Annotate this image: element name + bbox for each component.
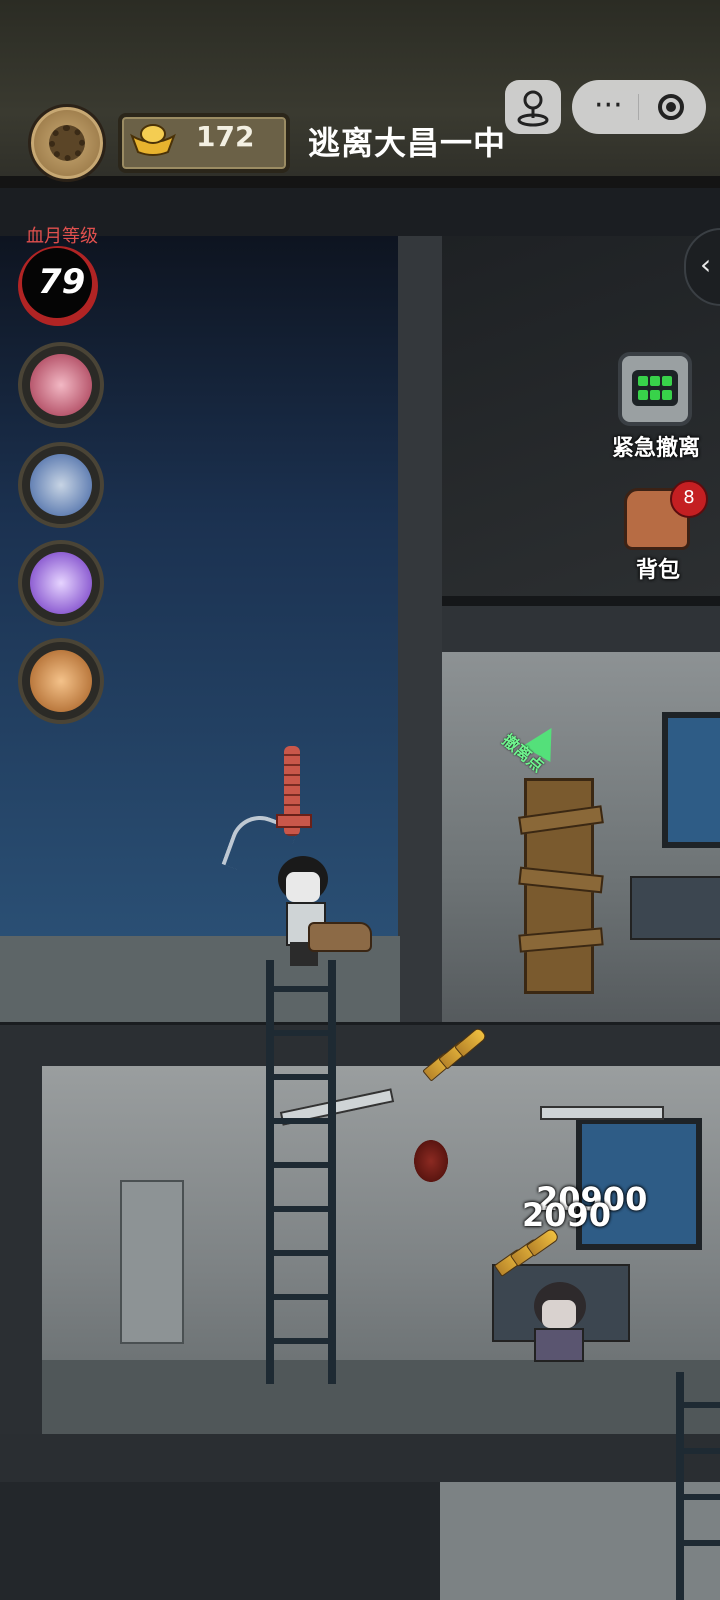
more-options-icon[interactable]: ···	[594, 88, 623, 123]
enemy-zombie-student[interactable]	[520, 1282, 598, 1362]
revolver-skill-icon[interactable]	[18, 342, 104, 428]
chevron-left-icon: ‹	[700, 248, 712, 281]
revolver-weapon-icon	[308, 922, 372, 952]
blood-moon-level-value: 79	[38, 262, 86, 302]
ladder[interactable]	[676, 1372, 720, 1600]
floor-slab	[0, 1022, 720, 1069]
damage-number: 2090	[522, 1196, 612, 1234]
joystick-icon	[517, 90, 549, 127]
level-title: 逃离大昌一中	[308, 124, 507, 162]
settings-gear-icon[interactable]	[28, 104, 106, 182]
capsule-divider	[638, 94, 639, 120]
floor-slab	[400, 606, 720, 652]
emergency-evac-label[interactable]: 紧急撤离	[612, 430, 700, 462]
backpack-label[interactable]: 背包	[636, 552, 680, 584]
backpack-count-badge: 8	[670, 480, 708, 518]
gold-ingot-icon	[130, 124, 176, 156]
office-desk	[630, 876, 720, 940]
shield-skill-icon[interactable]	[18, 442, 104, 528]
joystick-button[interactable]	[505, 80, 561, 134]
ceiling-lamp	[540, 1106, 664, 1120]
concrete-pillar	[398, 236, 442, 1036]
close-miniprogram-icon[interactable]	[658, 94, 684, 120]
rosary-sword-skill-icon[interactable]	[18, 638, 104, 724]
capsule-menu[interactable]: ···	[572, 80, 706, 134]
blood-moon-label: 血月等级	[26, 226, 98, 247]
left-wall	[0, 1066, 42, 1436]
boarded-door[interactable]	[518, 778, 604, 994]
cross-skill-icon[interactable]	[18, 540, 104, 626]
sword-guard	[276, 814, 312, 828]
blood-handprint	[414, 1140, 448, 1182]
floor-slab	[0, 1434, 720, 1482]
ladder[interactable]	[266, 960, 340, 1384]
emergency-evac-icon[interactable]	[618, 352, 692, 426]
wall-monitor	[662, 712, 720, 848]
gold-value: 172	[196, 120, 255, 153]
partition-wall	[120, 1180, 184, 1344]
classroom-floor	[40, 1360, 720, 1434]
